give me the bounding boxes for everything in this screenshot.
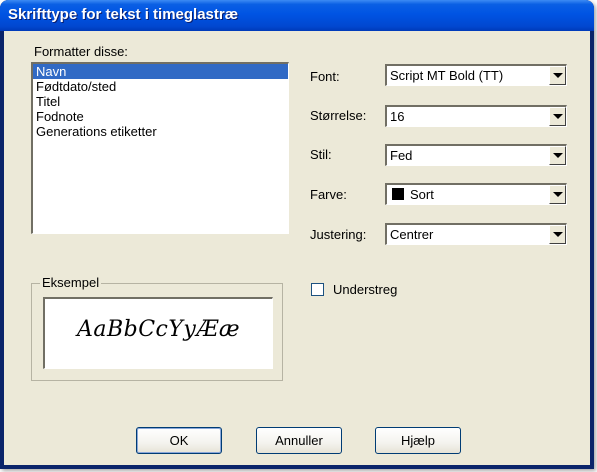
example-text: AaBbCcYyÆæ <box>76 317 241 342</box>
style-select[interactable]: Fed <box>385 144 567 166</box>
window-title: Skrifttype for tekst i timeglastræ <box>8 6 239 23</box>
size-value: 16 <box>390 109 405 124</box>
color-dropdown-button[interactable] <box>549 185 566 204</box>
font-value: Script MT Bold (TT) <box>390 68 504 83</box>
chevron-down-icon <box>553 153 563 158</box>
style-label: Stil: <box>310 147 332 162</box>
align-select[interactable]: Centrer <box>385 223 567 245</box>
size-label: Størrelse: <box>310 108 367 123</box>
font-label: Font: <box>310 69 340 84</box>
style-value: Fed <box>390 148 413 163</box>
color-value: Sort <box>410 187 434 202</box>
format-label: Formatter disse: <box>34 44 128 59</box>
example-preview: AaBbCcYyÆæ <box>43 297 273 369</box>
align-value: Centrer <box>390 227 434 242</box>
ok-button[interactable]: OK <box>136 427 222 454</box>
title-bar[interactable]: Skrifttype for tekst i timeglastræ <box>0 0 594 31</box>
list-item-titel[interactable]: Titel <box>33 94 288 109</box>
list-item-foedtdato[interactable]: Fødtdato/sted <box>33 79 288 94</box>
color-value-wrap: Sort <box>390 187 434 202</box>
example-label: Eksempel <box>40 275 102 290</box>
list-item-generations[interactable]: Generations etiketter <box>33 124 288 139</box>
underline-label[interactable]: Understreg <box>333 282 397 297</box>
chevron-down-icon <box>553 232 563 237</box>
underline-checkbox[interactable] <box>311 283 324 296</box>
style-dropdown-button[interactable] <box>549 146 566 165</box>
align-label: Justering: <box>310 227 367 242</box>
help-button[interactable]: Hjælp <box>375 427 461 454</box>
list-item-fodnote[interactable]: Fodnote <box>33 109 288 124</box>
font-select[interactable]: Script MT Bold (TT) <box>385 64 567 86</box>
color-select[interactable]: Sort <box>385 183 567 205</box>
list-item-navn[interactable]: Navn <box>33 64 288 79</box>
color-label: Farve: <box>310 187 347 202</box>
cancel-button[interactable]: Annuller <box>256 427 342 454</box>
chevron-down-icon <box>553 73 563 78</box>
chevron-down-icon <box>553 114 563 119</box>
format-listbox[interactable]: Navn Fødtdato/sted Titel Fodnote Generat… <box>31 62 289 234</box>
align-dropdown-button[interactable] <box>549 225 566 244</box>
chevron-down-icon <box>553 192 563 197</box>
font-dropdown-button[interactable] <box>549 66 566 85</box>
size-dropdown-button[interactable] <box>549 107 566 126</box>
size-select[interactable]: 16 <box>385 105 567 127</box>
color-swatch-icon <box>392 188 404 200</box>
